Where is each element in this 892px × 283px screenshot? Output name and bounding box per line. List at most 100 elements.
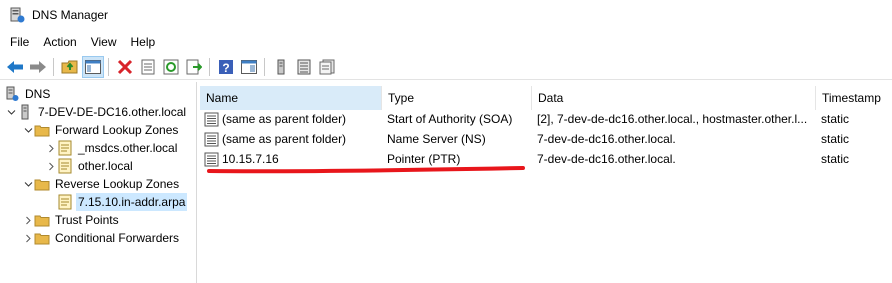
properties-button[interactable] [137,56,159,78]
folder-icon [34,176,50,192]
record-timestamp: static [821,152,850,166]
server-icon [17,104,33,120]
menu-file[interactable]: File [0,32,36,52]
record-name: (same as parent folder) [222,132,347,146]
list-header: Name Type Data Timestamp [200,86,892,110]
help-icon: ? [219,59,233,75]
record-type: Start of Authority (SOA) [387,112,513,126]
up-one-level-button[interactable] [59,56,81,78]
tree-node-reverse-lookup-zones[interactable]: Reverse Lookup Zones [22,175,181,193]
delete-button[interactable] [114,56,136,78]
folder-icon [34,122,50,138]
menu-action[interactable]: Action [36,32,83,52]
folder-up-icon [61,60,78,73]
table-row[interactable]: (same as parent folder) Start of Authori… [200,109,892,129]
tree-node-other-local-zone[interactable]: other.local [45,157,135,175]
column-header-name[interactable]: Name [200,86,382,110]
record-name: 10.15.7.16 [222,152,279,166]
record-data: [2], 7-dev-de-dc16.other.local., hostmas… [537,112,808,126]
tree-label-server: 7-DEV-DE-DC16.other.local [38,105,187,119]
properties-icon [141,59,155,74]
show-action-pane-button[interactable] [238,56,260,78]
toolbar-separator [209,57,210,76]
svg-text:?: ? [222,61,229,75]
record-type: Name Server (NS) [387,132,486,146]
back-arrow-icon [7,60,23,73]
menu-bar: File Action View Help [0,32,162,52]
tree-node-dns[interactable]: DNS [4,85,52,103]
tree-label-trust-points: Trust Points [55,213,119,227]
tree-label-reverse-lookup-zones: Reverse Lookup Zones [55,177,180,191]
column-header-data[interactable]: Data [532,86,816,110]
server-button[interactable] [270,56,292,78]
tree-label-other-local-zone: other.local [78,159,133,173]
folder-icon [34,212,50,228]
record-name: (same as parent folder) [222,112,347,126]
record-timestamp: static [821,112,850,126]
window-title: DNS Manager [32,8,109,22]
toolbar-separator [108,57,109,76]
chevron-right-icon[interactable] [45,139,57,157]
zone-records-button[interactable] [316,56,338,78]
records-list: Name Type Data Timestamp (same as parent… [200,82,892,283]
folder-icon [34,230,50,246]
record-type: Pointer (PTR) [387,152,461,166]
tree-node-conditional-forwarders[interactable]: Conditional Forwarders [22,229,181,247]
tree-node-trust-points[interactable]: Trust Points [22,211,121,229]
dns-root-icon [4,86,20,102]
delete-x-icon [117,59,133,74]
tree-node-msdcs-zone[interactable]: _msdcs.other.local [45,139,179,157]
menu-help[interactable]: Help [124,32,163,52]
chevron-right-icon[interactable] [22,229,34,247]
chevron-right-icon[interactable] [45,157,57,175]
dns-manager-app-icon [9,7,25,23]
toolbar-separator [264,57,265,76]
help-button[interactable]: ? [215,56,237,78]
cell-name: (same as parent folder) [200,129,382,149]
chevron-right-icon[interactable] [22,211,34,229]
table-row[interactable]: 10.15.7.16 Pointer (PTR) 7-dev-de-dc16.o… [200,149,892,169]
table-row[interactable]: (same as parent folder) Name Server (NS)… [200,129,892,149]
forward-arrow-icon [30,60,46,73]
export-list-icon [186,59,202,74]
refresh-icon [163,59,179,74]
record-list-button[interactable] [293,56,315,78]
toolbar-separator [53,57,54,76]
forward-button[interactable] [27,56,49,78]
toolbar: ? [0,54,892,80]
tree-label-conditional-forwarders: Conditional Forwarders [55,231,180,245]
tree-label-reverse-zone: 7.15.10.in-addr.arpa [76,193,188,211]
cell-name: 10.15.7.16 [200,149,382,169]
record-icon [204,152,219,166]
zone-icon [57,194,73,210]
record-icon [204,112,219,126]
record-data: 7-dev-de-dc16.other.local. [537,132,676,146]
cell-name: (same as parent folder) [200,109,382,129]
back-button[interactable] [4,56,26,78]
chevron-down-icon[interactable] [22,121,34,139]
show-hide-console-tree-button[interactable] [82,55,104,78]
tree-node-forward-lookup-zones[interactable]: Forward Lookup Zones [22,121,180,139]
record-timestamp: static [821,132,850,146]
zone-icon [57,158,73,174]
tree-label-msdcs-zone: _msdcs.other.local [78,141,178,155]
tree-node-server[interactable]: 7-DEV-DE-DC16.other.local [5,103,188,121]
refresh-button[interactable] [160,56,182,78]
record-icon [204,132,219,146]
zone-icon [57,140,73,156]
chevron-down-icon[interactable] [5,103,17,121]
zone-records-icon [319,59,335,74]
server-icon [277,59,285,74]
tree-label-forward-lookup-zones: Forward Lookup Zones [55,123,179,137]
record-data: 7-dev-de-dc16.other.local. [537,152,676,166]
chevron-down-icon[interactable] [22,175,34,193]
menu-view[interactable]: View [84,32,124,52]
export-list-button[interactable] [183,56,205,78]
tree-node-reverse-zone-selected[interactable]: 7.15.10.in-addr.arpa [57,193,188,211]
title-bar: DNS Manager [0,0,892,30]
console-tree: DNS 7-DEV-DE-DC16.other.local Forward Lo… [0,82,197,283]
column-header-type[interactable]: Type [382,86,532,110]
action-pane-icon [241,59,257,74]
tree-label-dns: DNS [25,87,51,101]
column-header-timestamp[interactable]: Timestamp [816,86,892,110]
